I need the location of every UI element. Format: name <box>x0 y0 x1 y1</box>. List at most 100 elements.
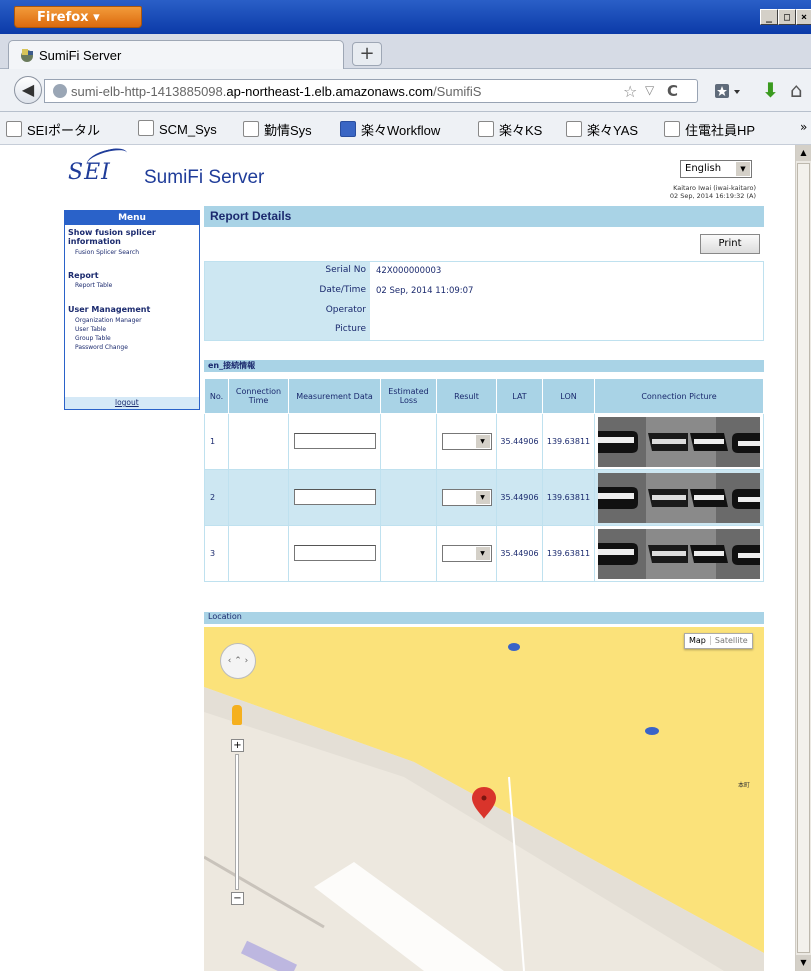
user-info: Kaitaro Iwai (iwai-kaitaro) 02 Sep, 2014… <box>600 184 756 200</box>
bookmark-rakuraku-ks[interactable]: 楽々KS <box>478 120 542 139</box>
menu-item-report-table[interactable]: Report Table <box>75 282 112 289</box>
table-row: 3 ▼ 35.44906 139.63811 <box>204 525 764 582</box>
map-button[interactable]: Map <box>689 636 706 645</box>
connection-picture-cell <box>594 469 764 526</box>
zoom-in-button[interactable]: + <box>231 739 244 752</box>
bookmark-sei-portal[interactable]: SEIポータル <box>6 120 100 139</box>
connection-section-label: en_接続情報 <box>208 361 256 370</box>
folder-icon <box>6 121 22 137</box>
measurement-cell <box>288 413 381 470</box>
menu-item-password-change[interactable]: Password Change <box>75 344 128 351</box>
minimize-button[interactable]: _ <box>760 9 778 25</box>
globe-icon <box>53 84 67 98</box>
serial-no-label: Serial No <box>325 265 366 275</box>
location-section-bar: Location <box>204 612 764 624</box>
language-select[interactable]: English ▼ <box>680 160 752 178</box>
bookmarks-menu-button[interactable] <box>714 81 744 101</box>
bookmark-star-icon <box>715 84 740 98</box>
chevron-down-icon[interactable]: ▼ <box>475 547 490 560</box>
measurement-input[interactable] <box>293 488 376 505</box>
result-select[interactable]: ▼ <box>441 545 492 562</box>
picture-label: Picture <box>335 324 366 334</box>
workflow-icon <box>340 121 356 137</box>
row-no: 1 <box>204 413 229 470</box>
street-view-pegman-icon[interactable] <box>232 705 242 725</box>
menu-title: Menu <box>65 211 199 225</box>
language-value: English <box>685 163 722 174</box>
column-header-measurement-data: Measurement Data <box>288 378 381 414</box>
zoom-slider[interactable] <box>235 754 239 890</box>
bookmark-employee-hp[interactable]: 住電社員HP <box>664 120 755 139</box>
tab-sumifi-server[interactable]: SumiFi Server <box>8 40 344 70</box>
fiber-splice-image <box>598 416 760 467</box>
result-cell: ▼ <box>436 469 497 526</box>
operator-label: Operator <box>325 305 366 315</box>
column-header-result: Result <box>436 378 497 414</box>
lat-cell: 35.44906 <box>496 469 543 526</box>
folder-icon <box>243 121 259 137</box>
close-window-button[interactable]: × <box>796 9 811 25</box>
column-header-lat: LAT <box>496 378 543 414</box>
server-icon <box>21 49 33 62</box>
result-cell: ▼ <box>436 525 497 582</box>
map-type-control: Map Satellite <box>684 633 753 649</box>
logout-link[interactable]: logout <box>115 398 139 407</box>
scroll-down-arrow-icon[interactable]: ▼ <box>796 955 811 971</box>
zoom-out-button[interactable]: − <box>231 892 244 905</box>
datetime-label: Date/Time <box>319 285 366 295</box>
folder-icon <box>138 120 154 136</box>
page-scrollbar[interactable]: ▲ ▼ <box>795 145 811 971</box>
home-icon[interactable]: ⌂ <box>790 78 803 102</box>
result-select[interactable]: ▼ <box>441 489 492 506</box>
menu-item-user-table[interactable]: User Table <box>75 326 106 333</box>
download-icon[interactable]: ⬇ <box>762 78 779 102</box>
lon-cell: 139.63811 <box>542 525 595 582</box>
chevron-down-icon[interactable]: ▼ <box>736 162 750 176</box>
reload-icon[interactable]: C <box>667 82 678 100</box>
bookmark-kinjo-sys[interactable]: 勤情Sys <box>243 120 312 139</box>
menu-heading-fusion-splicer: Show fusion splicer information <box>68 228 156 246</box>
bookmark-scm-sys[interactable]: SCM_Sys <box>138 120 217 137</box>
chevron-down-icon[interactable]: ▽ <box>645 83 654 97</box>
measurement-input[interactable] <box>293 544 376 561</box>
bookmarks-overflow-button[interactable]: » <box>800 120 807 134</box>
measurement-input[interactable] <box>293 432 376 449</box>
chevron-down-icon[interactable]: ▼ <box>475 491 490 504</box>
connection-time-cell <box>228 525 289 582</box>
measurement-cell <box>288 469 381 526</box>
site-title: SumiFi Server <box>144 167 265 188</box>
connection-picture-cell <box>594 413 764 470</box>
report-details-title: Report Details <box>210 209 292 223</box>
row-no: 2 <box>204 469 229 526</box>
new-tab-button[interactable]: + <box>352 42 382 66</box>
pan-control-icon[interactable]: ‹ ⌃ › <box>220 643 256 679</box>
url-bar[interactable]: sumi-elb-http-1413885098.ap-northeast-1.… <box>44 79 698 103</box>
star-icon[interactable]: ☆ <box>623 82 637 101</box>
place-label: 本町 <box>738 781 750 789</box>
table-header-row: No. Connection Time Measurement Data Est… <box>204 378 764 414</box>
menu-item-fusion-splicer-search[interactable]: Fusion Splicer Search <box>75 249 139 256</box>
bookmark-rakuraku-yas[interactable]: 楽々YAS <box>566 120 638 139</box>
map-tiles: 本町 <box>204 627 764 971</box>
location-map[interactable]: 本町 Map Satellite ‹ ⌃ › + − <box>204 627 764 971</box>
bookmark-rakuraku-workflow[interactable]: 楽々Workflow <box>340 120 440 139</box>
scrollbar-thumb[interactable] <box>797 163 810 953</box>
chevron-down-icon[interactable]: ▼ <box>475 435 490 448</box>
folder-icon <box>566 121 582 137</box>
connection-section-bar: en_接続情報 <box>204 360 764 372</box>
url-text: sumi-elb-http-1413885098.ap-northeast-1.… <box>71 84 482 99</box>
firefox-menu-button[interactable]: Firefox ▾ <box>14 6 142 28</box>
maximize-button[interactable]: □ <box>778 9 796 25</box>
scroll-up-arrow-icon[interactable]: ▲ <box>796 145 811 161</box>
back-button[interactable]: ◀ <box>14 76 42 104</box>
menu-item-organization-manager[interactable]: Organization Manager <box>75 317 142 324</box>
result-select[interactable]: ▼ <box>441 433 492 450</box>
connection-time-cell <box>228 469 289 526</box>
report-details-header: Report Details <box>204 206 764 227</box>
sei-logo: SEI <box>68 160 111 185</box>
print-button[interactable]: Print <box>700 234 760 254</box>
column-header-estimated-loss: Estimated Loss <box>380 378 437 414</box>
satellite-button[interactable]: Satellite <box>709 636 748 645</box>
column-header-connection-time: Connection Time <box>228 378 289 414</box>
menu-item-group-table[interactable]: Group Table <box>75 335 111 342</box>
